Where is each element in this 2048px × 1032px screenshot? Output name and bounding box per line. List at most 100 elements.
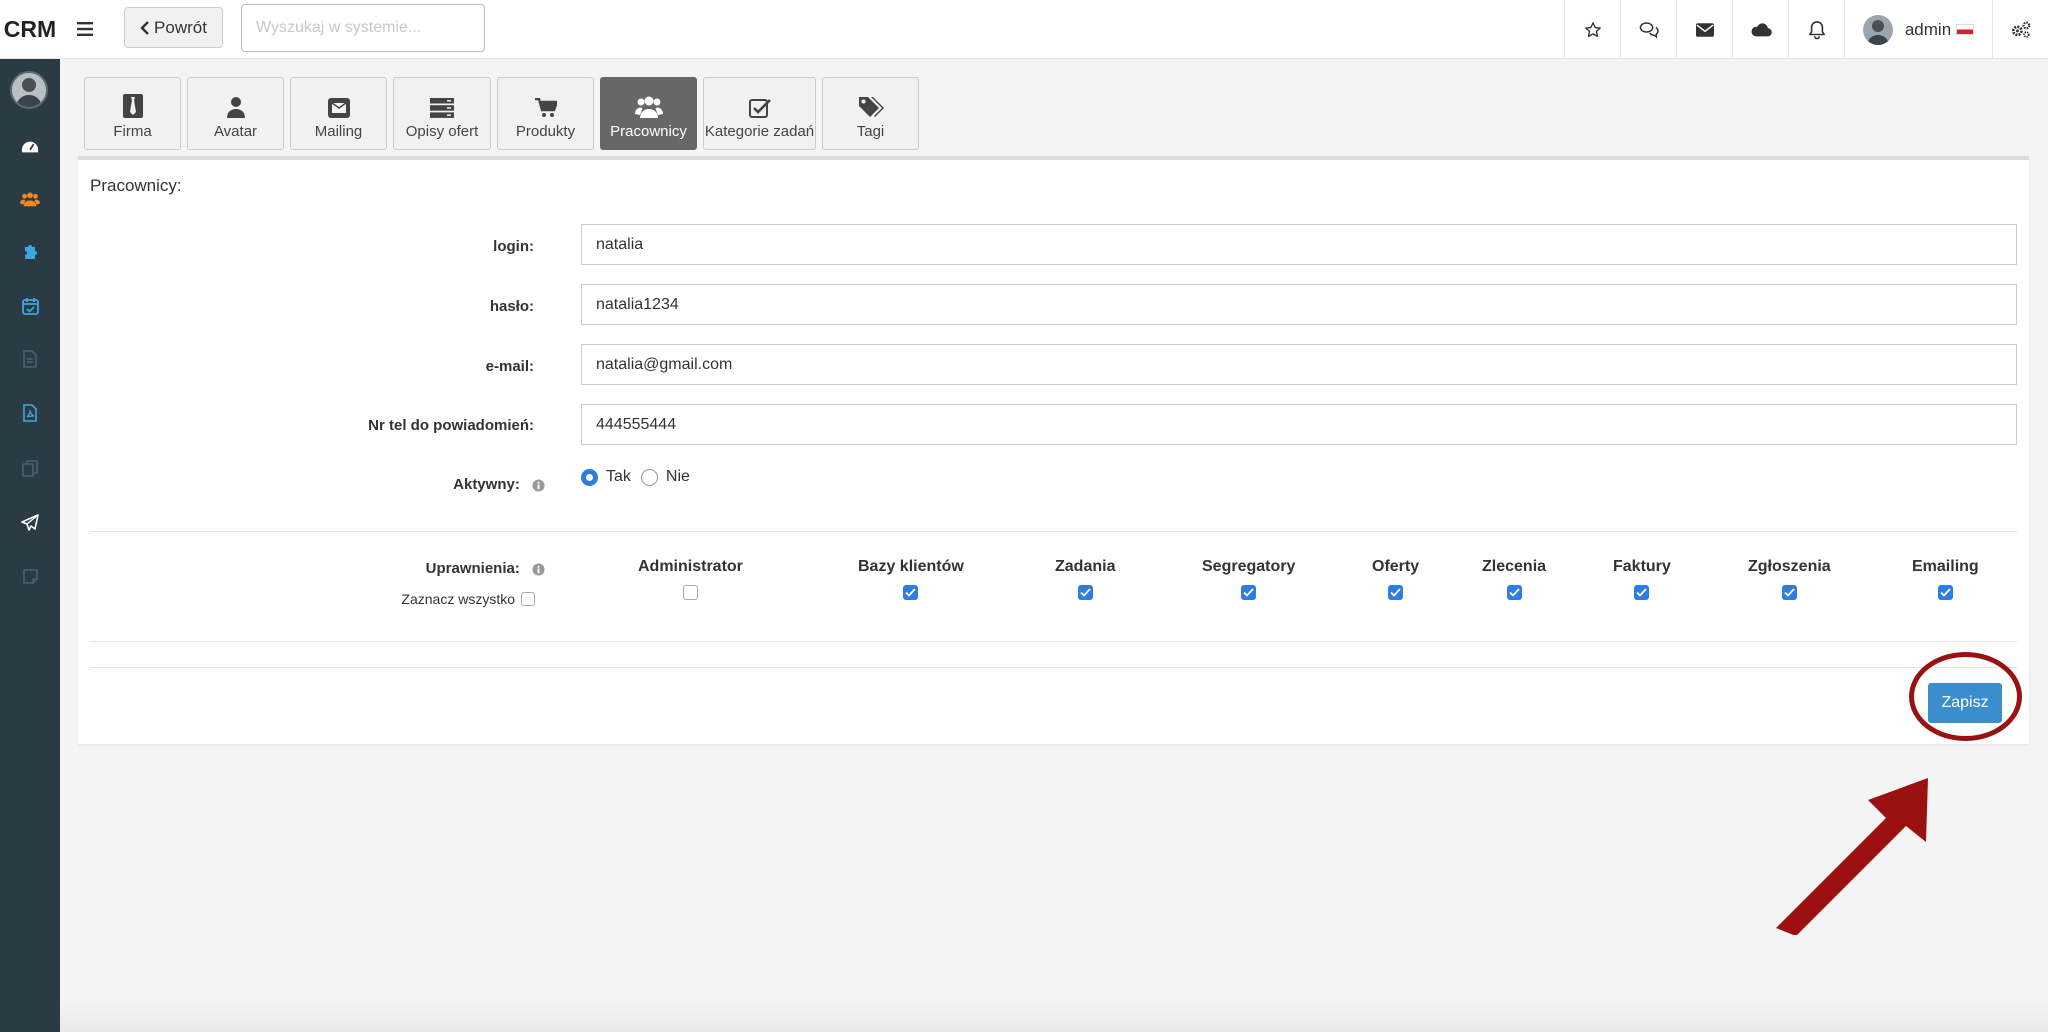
tie-icon — [122, 94, 143, 118]
sidebar-item-orders[interactable] — [0, 448, 60, 488]
permission-checkbox[interactable] — [1388, 585, 1404, 600]
envelope-square-icon — [327, 98, 350, 118]
header-actions: admin — [1564, 0, 2048, 59]
permission-label: Administrator — [638, 558, 743, 575]
notifications-button[interactable] — [1788, 0, 1844, 59]
permission-oferty: Oferty — [1372, 558, 1419, 600]
cloud-icon — [1751, 22, 1772, 36]
dashboard-icon — [21, 141, 39, 153]
cloud-button[interactable] — [1732, 0, 1788, 59]
permission-label: Oferty — [1372, 558, 1420, 575]
permission-checkbox[interactable] — [1937, 585, 1953, 600]
tags-icon — [858, 97, 884, 117]
info-icon[interactable] — [532, 562, 545, 576]
tab-mailing[interactable]: Mailing — [290, 77, 387, 150]
password-input[interactable] — [581, 284, 2017, 325]
check-icon — [1940, 588, 1951, 597]
polish-flag-icon — [1956, 24, 1975, 35]
permission-label: Zgłoszenia — [1748, 558, 1831, 575]
sidebar-item-notes[interactable] — [0, 556, 60, 596]
permission-checkbox[interactable] — [1077, 585, 1093, 600]
tab-label: Firma — [113, 123, 152, 140]
sidebar-item-invoices[interactable] — [0, 393, 60, 433]
active-label: Aktywny: — [453, 476, 520, 493]
sidebar-item-documents[interactable] — [0, 339, 60, 379]
divider — [90, 667, 2017, 668]
active-yes-radio[interactable] — [581, 468, 598, 486]
tab-firma[interactable]: Firma — [84, 77, 181, 150]
cogs-icon — [2011, 21, 2030, 38]
settings-button[interactable] — [1992, 0, 2048, 59]
back-button[interactable]: Powrót — [124, 7, 223, 48]
permission-emailing: Emailing — [1912, 558, 1979, 600]
chat-button[interactable] — [1620, 0, 1676, 59]
arrow-annotation-icon — [1776, 778, 1928, 935]
app-logo[interactable]: CRM — [0, 0, 60, 59]
tab-kategorie-zadan[interactable]: Kategorie zadań — [703, 77, 816, 150]
permission-checkbox[interactable] — [1506, 585, 1522, 600]
permission-label: Zadania — [1055, 558, 1116, 575]
note-icon — [22, 568, 38, 584]
sidebar-avatar[interactable] — [10, 71, 48, 109]
sidebar-item-modules[interactable] — [0, 232, 60, 272]
employee-form-panel: Pracownicy: login: hasło: e-mail: Nr tel… — [78, 156, 2029, 744]
panel-title: Pracownicy: — [90, 176, 182, 195]
sidebar-item-emailing[interactable] — [0, 502, 60, 542]
sidebar-item-clients[interactable] — [0, 179, 60, 219]
check-icon — [1390, 588, 1401, 597]
select-all-checkbox[interactable] — [521, 592, 535, 606]
permission-checkbox[interactable] — [903, 585, 919, 600]
active-radio-group: Tak Nie — [581, 468, 700, 486]
permission-administrator: Administrator — [638, 558, 743, 600]
tab-label: Pracownicy — [610, 123, 687, 140]
active-no-label: Nie — [665, 468, 690, 485]
info-icon[interactable] — [532, 478, 545, 492]
check-icon — [905, 588, 917, 597]
tab-produkty[interactable]: Produkty — [497, 77, 594, 150]
tab-avatar[interactable]: Avatar — [187, 77, 284, 150]
sidebar-item-dashboard[interactable] — [0, 127, 60, 167]
check-icon — [1243, 588, 1254, 597]
tab-opisy-ofert[interactable]: Opisy ofert — [393, 77, 491, 150]
permission-bazy-klientow: Bazy klientów — [858, 558, 964, 600]
search-input[interactable] — [241, 4, 485, 52]
tab-label: Kategorie zadań — [704, 123, 815, 140]
back-button-label: Powrót — [154, 17, 207, 37]
email-input[interactable] — [581, 344, 2017, 385]
messages-button[interactable] — [1676, 0, 1732, 59]
permission-checkbox[interactable] — [682, 585, 698, 600]
divider — [90, 641, 2017, 642]
favorites-button[interactable] — [1564, 0, 1620, 59]
phone-input[interactable] — [581, 404, 2017, 445]
tab-label: Avatar — [213, 123, 258, 140]
tab-pracownicy[interactable]: Pracownicy — [600, 77, 697, 150]
user-menu[interactable]: admin — [1844, 0, 1992, 59]
login-input[interactable] — [581, 224, 2017, 265]
tab-label: Opisy ofert — [405, 123, 479, 140]
check-icon — [1080, 588, 1091, 597]
permission-checkbox[interactable] — [1634, 585, 1650, 600]
active-label-group: Aktywny: — [453, 476, 545, 493]
chevron-left-icon — [140, 20, 149, 35]
copy-icon — [21, 459, 38, 477]
active-no-radio[interactable] — [640, 468, 658, 486]
users-icon — [20, 192, 40, 207]
permissions-label: Uprawnienia: — [425, 560, 520, 577]
permissions-label-group: Uprawnienia: — [426, 560, 545, 577]
settings-tabs: Firma Avatar Mailing Opisy ofert Produkt… — [84, 77, 919, 150]
page-footer-shadow — [60, 1000, 2048, 1032]
permission-checkbox[interactable] — [1781, 585, 1797, 600]
permission-faktury: Faktury — [1613, 558, 1671, 600]
check-icon — [1784, 588, 1795, 597]
permission-label: Faktury — [1613, 558, 1671, 575]
sidebar-item-tasks[interactable] — [0, 286, 60, 326]
server-icon — [430, 98, 454, 118]
permission-checkbox[interactable] — [1241, 585, 1257, 600]
cart-icon — [534, 98, 557, 117]
menu-toggle-button[interactable] — [64, 14, 106, 44]
permission-segregatory: Segregatory — [1202, 558, 1295, 600]
select-all-group: Zaznacz wszystko — [401, 591, 535, 607]
tab-tagi[interactable]: Tagi — [822, 77, 919, 150]
permission-label: Zlecenia — [1482, 558, 1547, 575]
permission-zadania: Zadania — [1055, 558, 1115, 600]
